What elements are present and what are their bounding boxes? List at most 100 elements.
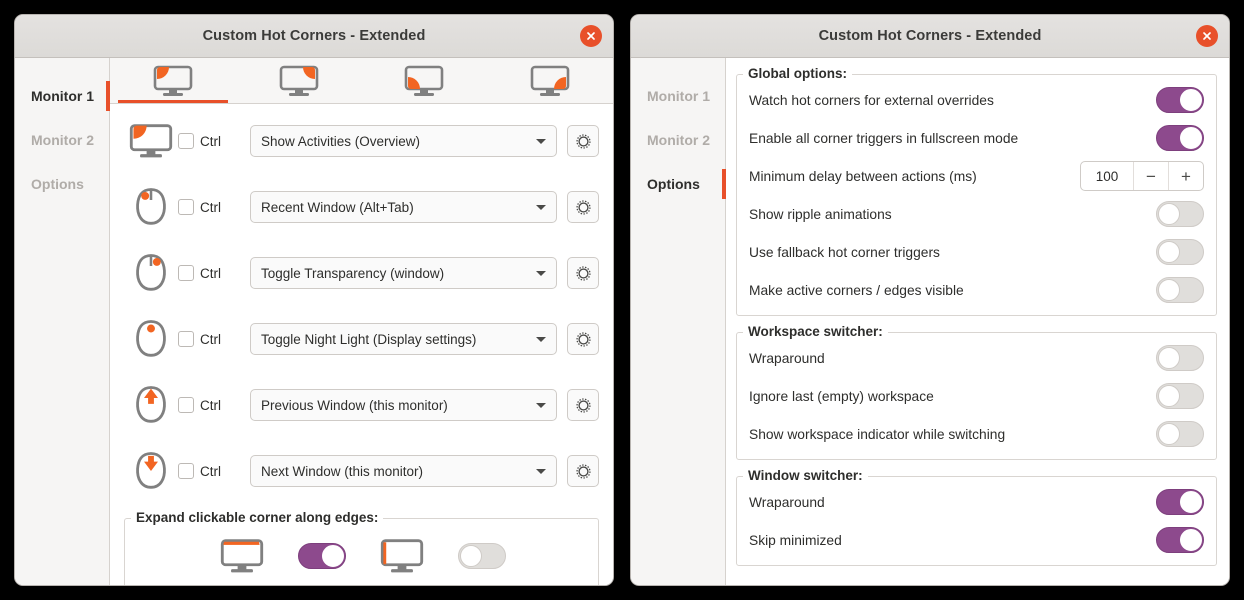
corner-row: Ctrl Next Window (this monitor) <box>110 438 613 504</box>
settings-button-4[interactable] <box>567 389 599 421</box>
workspace-wraparound-toggle[interactable] <box>1156 345 1204 371</box>
action-dropdown-1[interactable]: Recent Window (Alt+Tab) <box>250 191 557 223</box>
group-title: Workspace switcher: <box>743 324 888 339</box>
option-label: Enable all corner triggers in fullscreen… <box>749 130 1019 146</box>
window-wraparound-toggle[interactable] <box>1156 489 1204 515</box>
mouse-click-right-icon <box>124 252 178 294</box>
skip-minimized-toggle[interactable] <box>1156 527 1204 553</box>
window-title: Custom Hot Corners - Extended <box>818 28 1042 44</box>
option-row: Enable all corner triggers in fullscreen… <box>749 119 1204 157</box>
corner-row: Ctrl Toggle Night Light (Display setting… <box>110 306 613 372</box>
sidebar-item-monitor-1[interactable]: Monitor 1 <box>631 74 725 118</box>
visible-corners-toggle[interactable] <box>1156 277 1204 303</box>
toggle-knob <box>1158 385 1180 407</box>
checkbox-box <box>178 463 194 479</box>
action-dropdown-value: Next Window (this monitor) <box>261 463 424 479</box>
option-label: Show workspace indicator while switching <box>749 426 1006 442</box>
settings-button-0[interactable] <box>567 125 599 157</box>
fallback-triggers-toggle[interactable] <box>1156 239 1204 265</box>
minimum-delay-spinner[interactable]: 100 − + <box>1080 161 1204 191</box>
sidebar-item-monitor-1[interactable]: Monitor 1 <box>15 74 110 118</box>
ctrl-checkbox-0[interactable]: Ctrl <box>178 133 250 149</box>
toggle-knob <box>459 545 482 567</box>
option-label: Skip minimized <box>749 532 842 548</box>
option-row: Wraparound <box>749 339 1204 377</box>
tab-corner-bottom-left[interactable] <box>362 58 488 103</box>
option-label: Make active corners / edges visible <box>749 282 964 298</box>
toggle-knob <box>1158 423 1180 445</box>
close-icon[interactable] <box>580 25 602 47</box>
fullscreen-triggers-toggle[interactable] <box>1156 125 1204 151</box>
settings-button-1[interactable] <box>567 191 599 223</box>
watch-hot-corners-toggle[interactable] <box>1156 87 1204 113</box>
window-global-options: Custom Hot Corners - Extended Monitor 1 … <box>630 14 1230 586</box>
window-title: Custom Hot Corners - Extended <box>202 28 426 44</box>
ctrl-checkbox-3[interactable]: Ctrl <box>178 331 250 347</box>
chevron-down-icon <box>536 336 546 342</box>
group-global-options: Global options: Watch hot corners for ex… <box>736 66 1217 316</box>
sidebar-item-label: Monitor 1 <box>647 88 710 104</box>
mouse-scroll-up-icon <box>124 384 178 426</box>
sidebar-item-label: Monitor 2 <box>647 132 710 148</box>
option-label: Watch hot corners for external overrides <box>749 92 994 108</box>
toggle-knob <box>1180 529 1202 551</box>
tab-corner-top-right[interactable] <box>236 58 362 103</box>
settings-button-3[interactable] <box>567 323 599 355</box>
monitor-edge-left-icon <box>362 537 442 575</box>
group-window-switcher: Window switcher: Wraparound Skip minimiz… <box>736 468 1217 566</box>
option-label: Use fallback hot corner triggers <box>749 244 940 260</box>
action-dropdown-value: Show Activities (Overview) <box>261 133 421 149</box>
action-dropdown-0[interactable]: Show Activities (Overview) <box>250 125 557 157</box>
sidebar-item-monitor-2[interactable]: Monitor 2 <box>631 118 725 162</box>
ctrl-checkbox-4[interactable]: Ctrl <box>178 397 250 413</box>
ctrl-checkbox-5[interactable]: Ctrl <box>178 463 250 479</box>
minimum-delay-value[interactable]: 100 <box>1081 162 1133 190</box>
expand-vertical-toggle[interactable] <box>457 543 506 569</box>
action-dropdown-3[interactable]: Toggle Night Light (Display settings) <box>250 323 557 355</box>
expand-horizontal-toggle[interactable] <box>297 543 346 569</box>
group-workspace-switcher: Workspace switcher: Wraparound Ignore la… <box>736 324 1217 460</box>
expand-corner-frame: Expand clickable corner along edges: <box>124 510 599 585</box>
sidebar-item-options[interactable]: Options <box>631 162 726 206</box>
option-label: Minimum delay between actions (ms) <box>749 168 977 184</box>
minus-icon[interactable]: − <box>1133 162 1168 190</box>
chevron-down-icon <box>536 204 546 210</box>
tab-corner-bottom-right[interactable] <box>487 58 613 103</box>
sidebar-item-monitor-2[interactable]: Monitor 2 <box>15 118 109 162</box>
sidebar-item-options[interactable]: Options <box>15 162 109 206</box>
plus-icon[interactable]: + <box>1168 162 1203 190</box>
toggle-knob <box>1180 491 1202 513</box>
gear-icon <box>575 199 591 215</box>
action-dropdown-5[interactable]: Next Window (this monitor) <box>250 455 557 487</box>
checkbox-box <box>178 331 194 347</box>
workspace-indicator-toggle[interactable] <box>1156 421 1204 447</box>
toggle-knob <box>1180 89 1202 111</box>
action-dropdown-4[interactable]: Previous Window (this monitor) <box>250 389 557 421</box>
gear-icon <box>575 397 591 413</box>
action-dropdown-value: Recent Window (Alt+Tab) <box>261 199 414 215</box>
ctrl-checkbox-1[interactable]: Ctrl <box>178 199 250 215</box>
gear-icon <box>575 133 591 149</box>
close-icon[interactable] <box>1196 25 1218 47</box>
chevron-down-icon <box>536 402 546 408</box>
ctrl-checkbox-2[interactable]: Ctrl <box>178 265 250 281</box>
gear-icon <box>575 331 591 347</box>
window-body: Monitor 1 Monitor 2 Options Ctrl Show Ac… <box>15 58 613 585</box>
ignore-last-workspace-toggle[interactable] <box>1156 383 1204 409</box>
option-row: Make active corners / edges visible <box>749 271 1204 309</box>
group-title: Global options: <box>743 66 852 81</box>
ripple-animations-toggle[interactable] <box>1156 201 1204 227</box>
option-label: Ignore last (empty) workspace <box>749 388 934 404</box>
checkbox-box <box>178 265 194 281</box>
gear-icon <box>575 265 591 281</box>
settings-button-2[interactable] <box>567 257 599 289</box>
tab-corner-top-left[interactable] <box>110 58 236 103</box>
mouse-click-middle-icon <box>124 318 178 360</box>
action-dropdown-2[interactable]: Toggle Transparency (window) <box>250 257 557 289</box>
mouse-click-left-icon <box>124 186 178 228</box>
option-row: Watch hot corners for external overrides <box>749 81 1204 119</box>
sidebar-item-label: Options <box>647 176 700 192</box>
mouse-scroll-down-icon <box>124 450 178 492</box>
settings-button-5[interactable] <box>567 455 599 487</box>
ctrl-label: Ctrl <box>200 199 221 215</box>
